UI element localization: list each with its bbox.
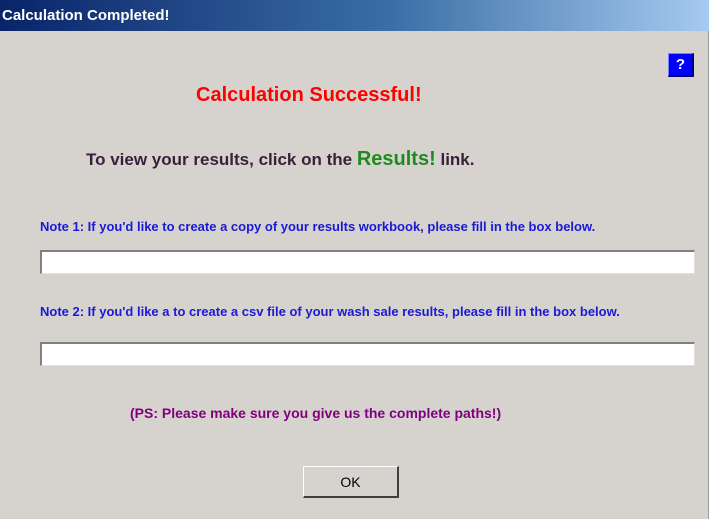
note-1-label: Note 1: If you'd like to create a copy o… — [40, 219, 596, 234]
view-results-instruction: To view your results, click on the Resul… — [86, 148, 474, 171]
help-button[interactable]: ? — [668, 53, 694, 77]
help-icon: ? — [675, 56, 686, 73]
csv-file-path-input[interactable] — [40, 342, 695, 366]
view-results-prefix: To view your results, click on the — [86, 150, 353, 169]
title-bar: Calculation Completed! — [0, 0, 709, 31]
results-link[interactable]: Results! — [357, 148, 436, 170]
calculation-dialog: Calculation Completed! ? Calculation Suc… — [0, 0, 709, 519]
success-message: Calculation Successful! — [196, 84, 422, 106]
window-title: Calculation Completed! — [2, 7, 170, 24]
ps-note: (PS: Please make sure you give us the co… — [130, 405, 502, 421]
view-results-suffix: link. — [440, 150, 475, 169]
workbook-copy-path-input[interactable] — [40, 250, 695, 274]
note-2-label: Note 2: If you'd like a to create a csv … — [40, 304, 620, 319]
ok-button[interactable]: OK — [303, 466, 399, 498]
